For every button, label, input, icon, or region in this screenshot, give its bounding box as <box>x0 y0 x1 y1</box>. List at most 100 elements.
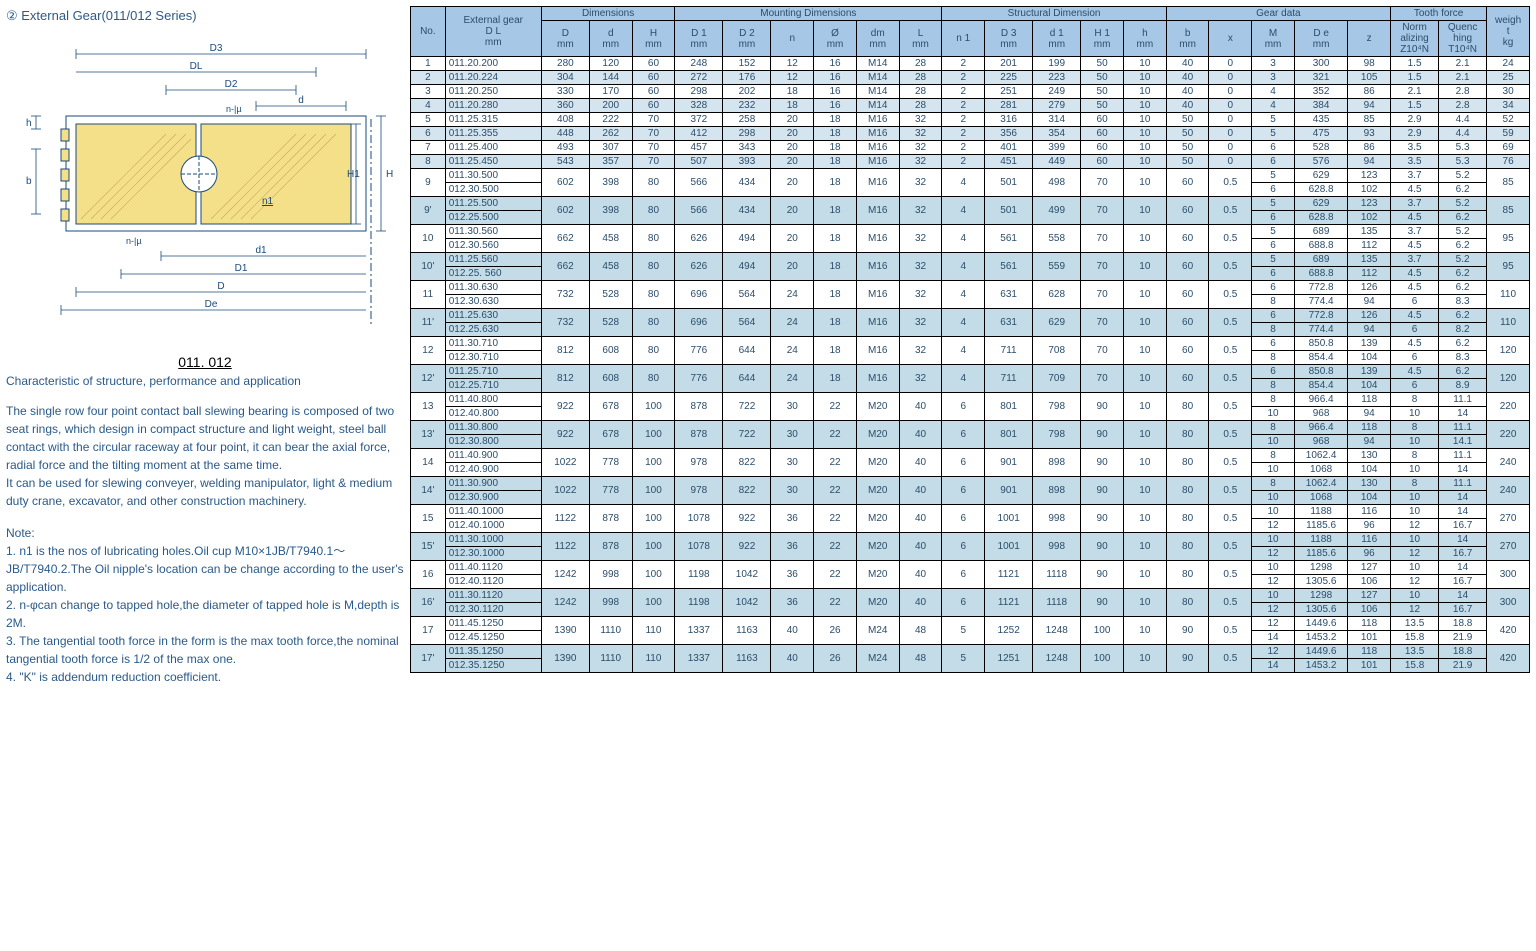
cell-val: 561 <box>985 225 1033 253</box>
cell-val: 80 <box>632 365 675 393</box>
cell-weight: 270 <box>1487 505 1530 533</box>
cell-gd: 1.5 <box>1391 57 1439 71</box>
cell-gd: 98 <box>1348 57 1391 71</box>
cell-val: 10 <box>1123 449 1166 477</box>
cell-val: 12 <box>771 57 814 71</box>
cell-val: 10 <box>1123 477 1166 505</box>
cell-gd: 104 <box>1348 351 1391 365</box>
cell-gear: 012.40.1120 <box>445 575 541 589</box>
cell-gd: 106 <box>1348 603 1391 617</box>
cell-val: 32 <box>899 225 942 253</box>
cell-val: 90 <box>1166 645 1209 673</box>
cell-val: M16 <box>856 141 899 155</box>
cell-val: 0 <box>1209 85 1252 99</box>
cell-val: 4 <box>942 337 985 365</box>
cell-gear: 012.30.1120 <box>445 603 541 617</box>
cell-val: 24 <box>771 365 814 393</box>
cell-val: 566 <box>675 197 723 225</box>
cell-gd: 2.8 <box>1439 99 1487 113</box>
cell-val: 644 <box>723 337 771 365</box>
cell-val: 10 <box>1123 309 1166 337</box>
cell-val: 40 <box>771 645 814 673</box>
cell-val: 32 <box>899 365 942 393</box>
cell-gd: 8.2 <box>1439 323 1487 337</box>
cell-val: 100 <box>632 449 675 477</box>
cell-gd: 3.5 <box>1391 155 1439 169</box>
table-row: 7011.25.400493307704573432018M1632240139… <box>411 141 1530 155</box>
cell-val: 398 <box>589 197 632 225</box>
cell-val: 10 <box>1123 365 1166 393</box>
table-panel: No. External gearD Lmm Dimensions Mounti… <box>410 0 1536 694</box>
cell-gd: 5.3 <box>1439 155 1487 169</box>
left-panel: ② External Gear(011/012 Series) D3 DL D2… <box>0 0 410 694</box>
cell-val: 998 <box>589 561 632 589</box>
cell-val: 1198 <box>675 589 723 617</box>
cell-val: 626 <box>675 225 723 253</box>
table-row: 16'011.30.11201242998100119810423622M204… <box>411 589 1530 603</box>
cell-val: 357 <box>589 155 632 169</box>
cell-weight: 110 <box>1487 309 1530 337</box>
cell-val: M16 <box>856 225 899 253</box>
cell-val: 0 <box>1209 155 1252 169</box>
cell-val: 10 <box>1123 113 1166 127</box>
cell-val: 32 <box>899 113 942 127</box>
cell-val: 1252 <box>985 617 1033 645</box>
cell-val: M16 <box>856 337 899 365</box>
cell-val: 0.5 <box>1209 197 1252 225</box>
cell-val: 110 <box>632 617 675 645</box>
cell-val: 6 <box>942 533 985 561</box>
cell-no: 12' <box>411 365 446 393</box>
cell-val: 20 <box>771 155 814 169</box>
cell-gd: 5.2 <box>1439 225 1487 239</box>
cell-val: M14 <box>856 85 899 99</box>
cell-gd: 16.7 <box>1439 519 1487 533</box>
cell-val: 631 <box>985 281 1033 309</box>
cell-val: 6 <box>942 449 985 477</box>
cell-gd: 135 <box>1348 225 1391 239</box>
cell-gd: 688.8 <box>1294 239 1347 253</box>
cell-val: 50 <box>1166 155 1209 169</box>
cell-gd: 18.8 <box>1439 645 1487 659</box>
cell-val: 248 <box>675 57 723 71</box>
cell-val: 6 <box>942 393 985 421</box>
cell-weight: 76 <box>1487 155 1530 169</box>
cell-gd: 1453.2 <box>1294 631 1347 645</box>
cell-gd: 1449.6 <box>1294 617 1347 631</box>
cell-val: 1118 <box>1033 561 1081 589</box>
cell-val: 1001 <box>985 505 1033 533</box>
hdr-weight: weightkg <box>1487 7 1530 57</box>
cell-val: M14 <box>856 57 899 71</box>
cell-val: 360 <box>541 99 589 113</box>
cell-gd: 4.5 <box>1391 183 1439 197</box>
cell-val: 6 <box>942 505 985 533</box>
cell-val: 561 <box>985 253 1033 281</box>
table-row: 16011.40.11201242998100119810423622M2040… <box>411 561 1530 575</box>
cell-gd: 11.1 <box>1439 477 1487 491</box>
cell-val: 494 <box>723 225 771 253</box>
cell-gd: 12 <box>1252 519 1295 533</box>
cell-gd: 10 <box>1252 463 1295 477</box>
cell-gd: 130 <box>1348 449 1391 463</box>
cell-gd: 8 <box>1391 449 1439 463</box>
cell-val: 200 <box>589 99 632 113</box>
cell-gd: 10 <box>1391 435 1439 449</box>
cell-val: 36 <box>771 589 814 617</box>
cell-gear: 011.40.1000 <box>445 505 541 519</box>
cell-val: 499 <box>1033 197 1081 225</box>
cell-gd: 528 <box>1294 141 1347 155</box>
cell-val: 798 <box>1033 393 1081 421</box>
cell-gear: 012.30.560 <box>445 239 541 253</box>
cell-val: 40 <box>899 449 942 477</box>
cell-gd: 12 <box>1252 547 1295 561</box>
cell-gd: 1305.6 <box>1294 575 1347 589</box>
table-row: 2011.20.224304144602721761216M1428222522… <box>411 71 1530 85</box>
cell-gd: 8 <box>1391 393 1439 407</box>
cell-val: 1248 <box>1033 617 1081 645</box>
cell-val: 898 <box>1033 449 1081 477</box>
cell-val: 998 <box>1033 505 1081 533</box>
cell-gd: 1298 <box>1294 589 1347 603</box>
cell-val: 4 <box>942 169 985 197</box>
cell-val: M24 <box>856 645 899 673</box>
cell-val: 10 <box>1123 225 1166 253</box>
cell-val: 80 <box>632 281 675 309</box>
